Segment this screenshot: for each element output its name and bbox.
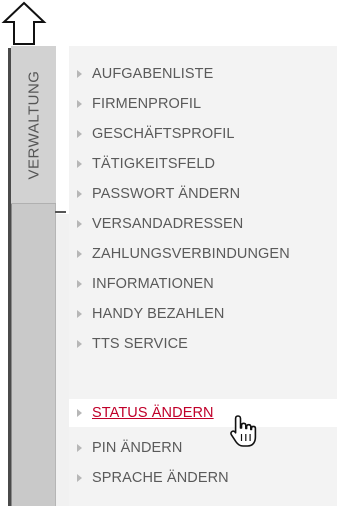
vertical-tab-text: VERWALTUNG — [25, 70, 42, 180]
triangle-bullet-icon — [77, 190, 82, 198]
triangle-bullet-icon — [77, 250, 82, 258]
triangle-bullet-icon — [77, 474, 82, 482]
menu-item-handy-bezahlen[interactable]: HANDY BEZAHLEN — [69, 299, 337, 329]
menu-item-label: PIN ÄNDERN — [92, 440, 183, 456]
menu-item-geschaeftsprofil[interactable]: GESCHÄFTSPROFIL — [69, 119, 337, 149]
menu-item-label: GESCHÄFTSPROFIL — [92, 126, 235, 142]
menu-item-label: HANDY BEZAHLEN — [92, 306, 225, 322]
menu-item-versandadressen[interactable]: VERSANDADRESSEN — [69, 209, 337, 239]
menu-item-passwort-aendern[interactable]: PASSWORT ÄNDERN — [69, 179, 337, 209]
menu-item-taetigkeitsfeld[interactable]: TÄTIGKEITSFELD — [69, 149, 337, 179]
menu-item-pin-aendern[interactable]: PIN ÄNDERN — [69, 433, 337, 463]
vertical-tab-label: VERWALTUNG — [11, 46, 56, 204]
triangle-bullet-icon — [77, 409, 82, 417]
menu-item-status-aendern[interactable]: STATUS ÄNDERN — [69, 399, 337, 427]
triangle-bullet-icon — [77, 280, 82, 288]
menu-item-label: AUFGABENLISTE — [92, 66, 214, 82]
triangle-bullet-icon — [77, 310, 82, 318]
triangle-bullet-icon — [77, 100, 82, 108]
menu-item-firmenprofil[interactable]: FIRMENPROFIL — [69, 89, 337, 119]
triangle-bullet-icon — [77, 444, 82, 452]
menu-item-label: VERSANDADRESSEN — [92, 216, 244, 232]
triangle-bullet-icon — [77, 130, 82, 138]
menu-item-zahlungsverbindungen[interactable]: ZAHLUNGSVERBINDUNGEN — [69, 239, 337, 269]
menu-item-label: TTS SERVICE — [92, 336, 188, 352]
triangle-bullet-icon — [77, 70, 82, 78]
gap-strip — [56, 214, 69, 506]
menu-item-label: FIRMENPROFIL — [92, 96, 202, 112]
menu-item-tts-service[interactable]: TTS SERVICE — [69, 329, 337, 359]
triangle-bullet-icon — [77, 220, 82, 228]
menu-item-informationen[interactable]: INFORMATIONEN — [69, 269, 337, 299]
group-marker — [55, 211, 66, 213]
triangle-bullet-icon — [77, 160, 82, 168]
menu-item-sprache-aendern[interactable]: SPRACHE ÄNDERN — [69, 463, 337, 493]
triangle-bullet-icon — [77, 340, 82, 348]
menu-item-label: ZAHLUNGSVERBINDUNGEN — [92, 246, 290, 262]
menu-item-aufgabenliste[interactable]: AUFGABENLISTE — [69, 59, 337, 89]
menu-item-label: STATUS ÄNDERN — [92, 405, 214, 421]
hand-pointer-icon — [230, 415, 257, 447]
menu-item-label: TÄTIGKEITSFELD — [92, 156, 216, 172]
menu-item-label: PASSWORT ÄNDERN — [92, 186, 241, 202]
up-arrow-icon[interactable] — [0, 0, 48, 46]
menu-item-label: SPRACHE ÄNDERN — [92, 470, 229, 486]
menu-item-label: INFORMATIONEN — [92, 276, 214, 292]
